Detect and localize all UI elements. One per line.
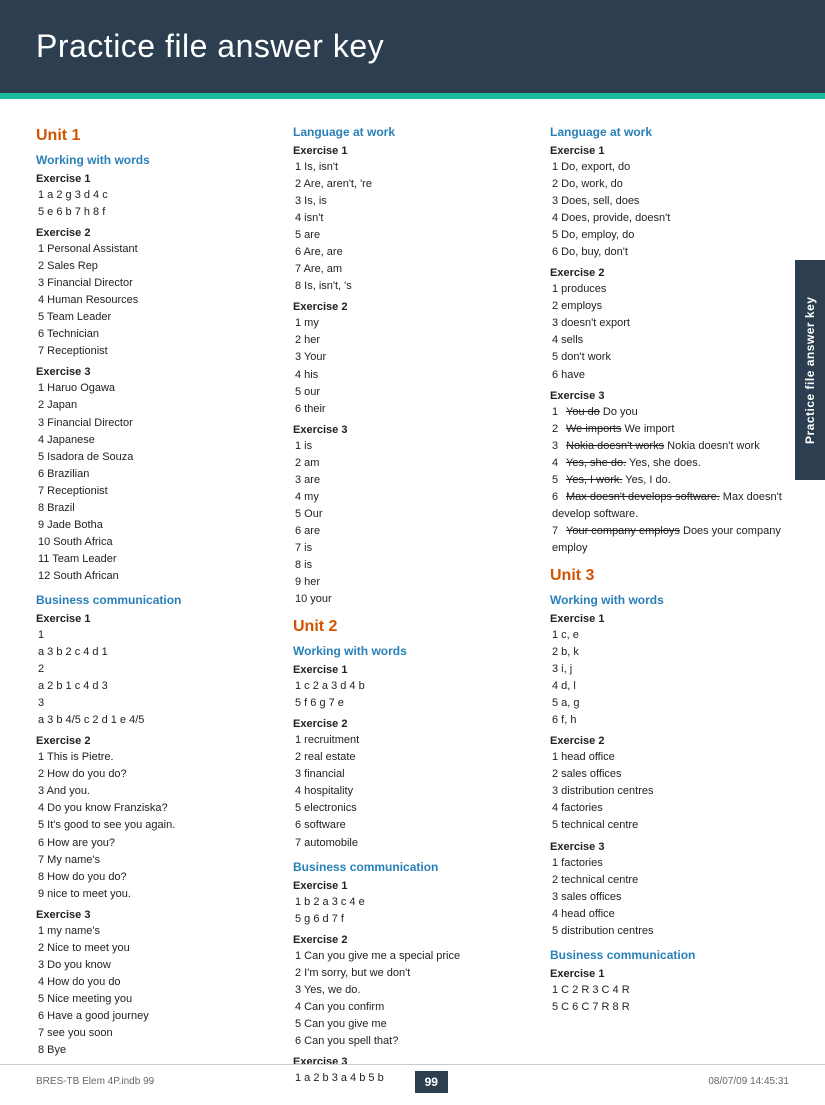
unit1-biz-comm: Business communication Exercise 1 1 a 3 … (36, 593, 275, 1059)
unit3-ww-ex3-items: 1 factories 2 technical centre 3 sales o… (550, 855, 789, 940)
lang2-ex1-label: Exercise 1 (550, 145, 789, 157)
unit3-biz-ex1-lines: 1 C 2 R 3 C 4 R 5 C 6 C 7 R 8 R (550, 982, 789, 1016)
unit1-biz-label: Business communication (36, 593, 275, 607)
unit1-biz-ex3-label: Exercise 3 (36, 909, 275, 921)
lang2-ex3-item: 5Yes, I work. Yes, I do. (552, 472, 789, 489)
lang2-ex3-item: 1You do Do you (552, 404, 789, 421)
unit1-ww-ex1-l1: 1 a 2 g 3 d 4 c (38, 187, 275, 204)
unit3-ww-ex1-label: Exercise 1 (550, 613, 789, 625)
unit2-biz-ex2-label: Exercise 2 (293, 934, 532, 946)
unit2-ww-ex2-label: Exercise 2 (293, 718, 532, 730)
page-footer: BRES-TB Elem 4P.indb 99 99 08/07/09 14:4… (0, 1064, 825, 1093)
lang1-ex3-items: 1 is 2 am 3 are 4 my 5 Our 6 are 7 is 8 … (293, 438, 532, 608)
page-title: Practice file answer key (36, 28, 789, 65)
unit2-ww-ex2-items: 1 recruitment 2 real estate 3 financial … (293, 732, 532, 851)
unit3-ww-ex2-label: Exercise 2 (550, 735, 789, 747)
column-1: Unit 1 Working with words Exercise 1 1 a… (36, 117, 293, 1087)
lang1-ex1-label: Exercise 1 (293, 145, 532, 157)
lang-work-2: Language at work Exercise 1 1 Do, export… (550, 125, 789, 557)
unit2-ww-ex1-label: Exercise 1 (293, 664, 532, 676)
unit2-biz-label: Business communication (293, 860, 532, 874)
unit1-biz-ex2-label: Exercise 2 (36, 735, 275, 747)
unit1-ww-ex1-label: Exercise 1 (36, 173, 275, 185)
unit-2: Unit 2 Working with words Exercise 1 1 c… (293, 618, 532, 1087)
unit-3: Unit 3 Working with words Exercise 1 1 c… (550, 567, 789, 1016)
unit-1-title: Unit 1 (36, 127, 275, 145)
column-2: Language at work Exercise 1 1 Is, isn't … (293, 117, 550, 1087)
lang2-ex3-item: 6Max doesn't develops software. Max does… (552, 489, 789, 523)
page-header: Practice file answer key (0, 0, 825, 93)
unit2-biz-ex1-label: Exercise 1 (293, 880, 532, 892)
unit1-biz-ex1-lines: 1 a 3 b 2 c 4 d 1 2 a 2 b 1 c 4 d 3 3 a … (36, 627, 275, 729)
unit1-wwwords: Working with words (36, 153, 275, 167)
lang2-ex1-items: 1 Do, export, do 2 Do, work, do 3 Does, … (550, 159, 789, 261)
lang2-ex3-item: 3Nokia doesn't works Nokia doesn't work (552, 438, 789, 455)
unit2-biz-ex2-items: 1 Can you give me a special price 2 I'm … (293, 948, 532, 1050)
lang2-ex3-item: 2We imports We import (552, 421, 789, 438)
lang2-ex3-items: 1You do Do you2We imports We import3Noki… (550, 404, 789, 557)
unit1-ww-ex3-items: 1 Haruo Ogawa 2 Japan 3 Financial Direct… (36, 380, 275, 585)
footer-right: 08/07/09 14:45:31 (708, 1076, 789, 1087)
lang1-ex1-items: 1 Is, isn't 2 Are, aren't, 're 3 Is, is … (293, 159, 532, 295)
unit1-biz-ex1-label: Exercise 1 (36, 613, 275, 625)
unit-3-title: Unit 3 (550, 567, 789, 585)
unit1-ww-ex3-label: Exercise 3 (36, 366, 275, 378)
lang-work-1: Language at work Exercise 1 1 Is, isn't … (293, 125, 532, 608)
unit3-ww-ex2-items: 1 head office 2 sales offices 3 distribu… (550, 749, 789, 834)
main-content: Unit 1 Working with words Exercise 1 1 a… (0, 99, 825, 1105)
unit2-ww-label: Working with words (293, 644, 532, 658)
lang2-ex3-item: 4Yes, she do. Yes, she does. (552, 455, 789, 472)
unit1-ww-ex1-l2: 5 e 6 b 7 h 8 f (38, 204, 275, 221)
lang-work-1-title: Language at work (293, 125, 532, 139)
unit1-ww-ex2-items: 1 Personal Assistant 2 Sales Rep 3 Finan… (36, 241, 275, 360)
lang-work-2-title: Language at work (550, 125, 789, 139)
unit1-ww-ex2-label: Exercise 2 (36, 227, 275, 239)
unit-1: Unit 1 Working with words Exercise 1 1 a… (36, 127, 275, 585)
lang2-ex3-label: Exercise 3 (550, 390, 789, 402)
lang1-ex2-label: Exercise 2 (293, 301, 532, 313)
lang2-ex2-label: Exercise 2 (550, 267, 789, 279)
unit3-biz-label: Business communication (550, 948, 789, 962)
unit3-ww-label: Working with words (550, 593, 789, 607)
unit3-ww-ex3-label: Exercise 3 (550, 841, 789, 853)
lang1-ex3-label: Exercise 3 (293, 424, 532, 436)
lang2-ex3-item: 7Your company employs Does your company … (552, 523, 789, 557)
side-tab: Practice file answer key (795, 260, 825, 480)
unit2-biz-ex1-lines: 1 b 2 a 3 c 4 e 5 g 6 d 7 f (293, 894, 532, 928)
unit1-biz-ex2-items: 1 This is Pietre. 2 How do you do? 3 And… (36, 749, 275, 902)
footer-left: BRES-TB Elem 4P.indb 99 (36, 1076, 154, 1087)
unit-2-title: Unit 2 (293, 618, 532, 636)
unit2-ww-ex1-lines: 1 c 2 a 3 d 4 b 5 f 6 g 7 e (293, 678, 532, 712)
column-3: Language at work Exercise 1 1 Do, export… (550, 117, 789, 1087)
unit3-ww-ex1-items: 1 c, e 2 b, k 3 i, j 4 d, l 5 a, g 6 f, … (550, 627, 789, 729)
lang1-ex2-items: 1 my 2 her 3 Your 4 his 5 our 6 their (293, 315, 532, 417)
unit3-biz-ex1-label: Exercise 1 (550, 968, 789, 980)
lang2-ex2-items: 1 produces 2 employs 3 doesn't export 4 … (550, 281, 789, 383)
unit1-biz-ex3-items: 1 my name's 2 Nice to meet you 3 Do you … (36, 923, 275, 1059)
page-number: 99 (415, 1071, 448, 1093)
